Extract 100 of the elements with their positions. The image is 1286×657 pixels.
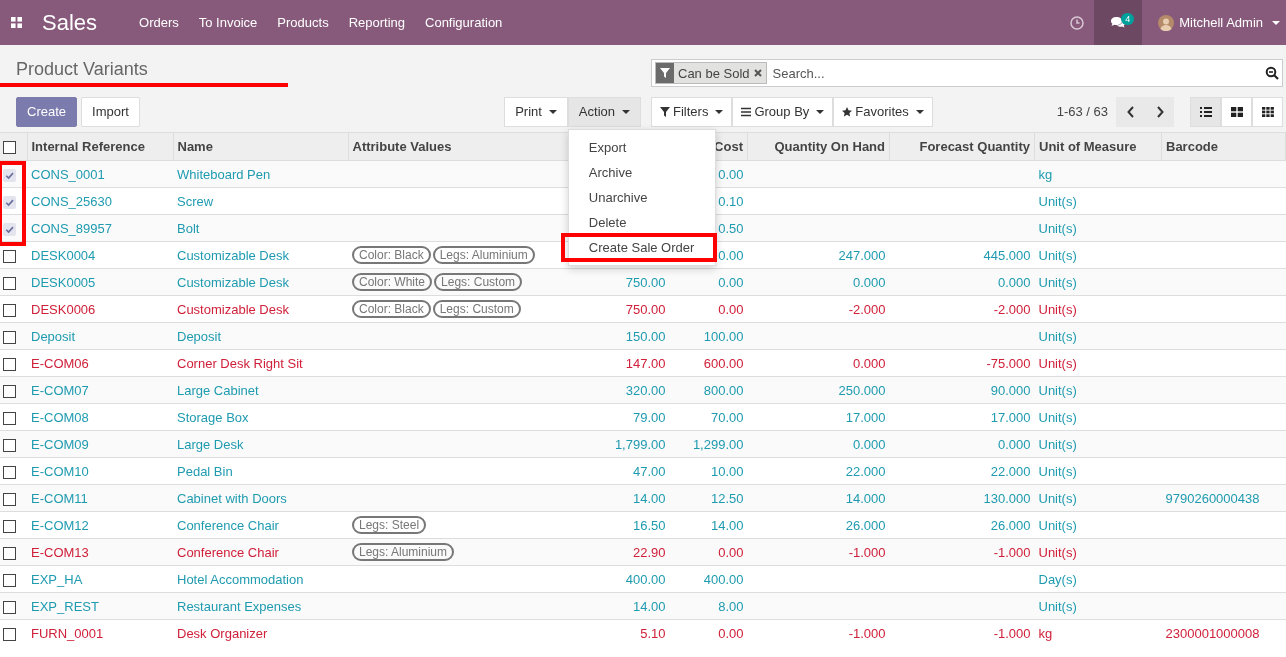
table-cell: Pedal Bin <box>177 463 233 479</box>
table-cell: E-COM11 <box>31 490 88 506</box>
column-header[interactable]: Name <box>177 139 213 154</box>
search-option-button[interactable]: Favorites <box>833 96 933 127</box>
row-checkbox[interactable] <box>3 384 16 398</box>
filter-icon <box>660 68 670 78</box>
row-checkbox[interactable] <box>3 195 16 209</box>
menu-item[interactable]: Configuration <box>415 15 513 30</box>
list-view-button[interactable] <box>1190 96 1221 127</box>
table-cell: CONS_0001 <box>31 166 105 182</box>
table-cell: EXP_REST <box>31 598 99 614</box>
table-cell: Unit(s) <box>1038 328 1077 344</box>
table-cell: 600.00 <box>703 355 744 371</box>
table-cell: Whiteboard Pen <box>177 166 271 182</box>
row-checkbox[interactable] <box>3 303 16 317</box>
menu-option[interactable]: Delete <box>568 209 715 235</box>
table-cell: EXP_HA <box>31 571 83 587</box>
row-checkbox[interactable] <box>3 411 16 425</box>
menu-option[interactable]: Archive <box>568 159 715 185</box>
pager-value[interactable]: 1-63 / 63 <box>1056 104 1108 119</box>
attribute-tag: Legs: Aluminium <box>432 246 535 264</box>
table-cell: Unit(s) <box>1038 517 1077 533</box>
row-checkbox[interactable] <box>3 357 16 371</box>
table-cell: 0.00 <box>718 166 744 182</box>
table-cell: 26.000 <box>990 517 1031 533</box>
next-button[interactable] <box>1145 96 1174 127</box>
dropdown-button[interactable]: Print <box>504 96 568 127</box>
clock-icon[interactable] <box>1070 15 1085 30</box>
filter-facet[interactable]: Can be Sold <box>655 62 767 84</box>
search-icon[interactable] <box>1265 66 1279 80</box>
app-name[interactable]: Sales <box>42 9 98 36</box>
table-cell: E-COM10 <box>31 463 89 479</box>
table-cell: 79.00 <box>632 409 666 425</box>
table-cell: Corner Desk Right Sit <box>177 355 303 371</box>
menu-option[interactable]: Unarchive <box>568 184 715 210</box>
row-checkbox[interactable] <box>3 492 16 506</box>
table-cell: 250.000 <box>838 382 886 398</box>
row-checkbox[interactable] <box>3 330 16 344</box>
previous-button[interactable] <box>1116 96 1145 127</box>
row-checkbox[interactable] <box>3 465 16 479</box>
attribute-tag: Color: Black <box>352 300 431 318</box>
table-cell: 1,799.00 <box>614 436 666 452</box>
dropdown-button[interactable]: Action <box>567 96 641 127</box>
table-cell: 800.00 <box>703 382 744 398</box>
table-cell: kg <box>1038 166 1053 182</box>
menu-item[interactable]: To Invoice <box>188 15 268 30</box>
row-checkbox[interactable] <box>3 600 16 614</box>
menu-option[interactable]: Export <box>568 134 715 160</box>
table-cell: 90.000 <box>990 382 1031 398</box>
row-checkbox[interactable] <box>3 546 16 560</box>
table-cell: Cabinet with Doors <box>177 490 287 506</box>
remove-icon[interactable] <box>753 69 762 77</box>
search-field[interactable]: Can be Sold Search... <box>651 59 1283 87</box>
chevron-right-icon <box>1155 105 1164 118</box>
row-checkbox[interactable] <box>3 573 16 587</box>
attribute-tag: Legs: Custom <box>432 300 521 318</box>
table-cell: Unit(s) <box>1038 409 1077 425</box>
menu-item[interactable]: Reporting <box>338 15 415 30</box>
table-cell: E-COM12 <box>31 517 89 533</box>
table-cell: 17.000 <box>990 409 1031 425</box>
table-cell: Customizable Desk <box>177 274 289 290</box>
row-checkbox[interactable] <box>3 438 16 452</box>
menu-item[interactable]: Orders <box>129 15 189 30</box>
menu-item[interactable]: Products <box>267 15 339 30</box>
table-cell: Unit(s) <box>1038 355 1077 371</box>
table-cell: 0.000 <box>852 436 886 452</box>
star-icon <box>842 106 853 117</box>
select-all-checkbox[interactable] <box>3 141 16 155</box>
search-option-button[interactable]: Filters <box>651 96 733 127</box>
table-cell: Conference Chair <box>177 544 279 560</box>
row-checkbox[interactable] <box>3 276 16 290</box>
grid-view-button[interactable] <box>1252 96 1283 127</box>
table-cell: -1.000 <box>993 625 1031 641</box>
row-checkbox[interactable] <box>3 249 16 263</box>
table-cell: Unit(s) <box>1038 598 1077 614</box>
caret-icon <box>816 109 825 114</box>
search-option-button[interactable]: Group By <box>732 96 834 127</box>
kanban-view-button[interactable] <box>1221 96 1252 127</box>
table-cell: Customizable Desk <box>177 247 289 263</box>
import-button[interactable]: Import <box>81 96 140 127</box>
row-checkbox[interactable] <box>3 519 16 533</box>
create-button[interactable]: Create <box>16 96 78 127</box>
row-checkbox[interactable] <box>3 168 16 182</box>
table-cell: -75.000 <box>986 355 1031 371</box>
table-cell: 100.00 <box>703 328 744 344</box>
message-count-badge: 4 <box>1121 13 1135 25</box>
table-cell: Bolt <box>177 220 200 236</box>
caret-icon <box>548 109 557 114</box>
menu-option[interactable]: Create Sale Order <box>562 234 715 260</box>
row-checkbox[interactable] <box>3 222 16 236</box>
row-checkbox[interactable] <box>3 627 16 641</box>
apps-menu-icon[interactable] <box>11 17 22 28</box>
table-cell: 400.00 <box>703 571 744 587</box>
table-cell: Hotel Accommodation <box>177 571 304 587</box>
table-cell: Storage Box <box>177 409 249 425</box>
column-header[interactable]: Cost <box>714 139 743 154</box>
table-cell: Deposit <box>31 328 76 344</box>
table-cell: 130.000 <box>983 490 1031 506</box>
table-cell: -2.000 <box>993 301 1031 317</box>
user-menu[interactable]: Mitchell Admin <box>1142 14 1286 31</box>
